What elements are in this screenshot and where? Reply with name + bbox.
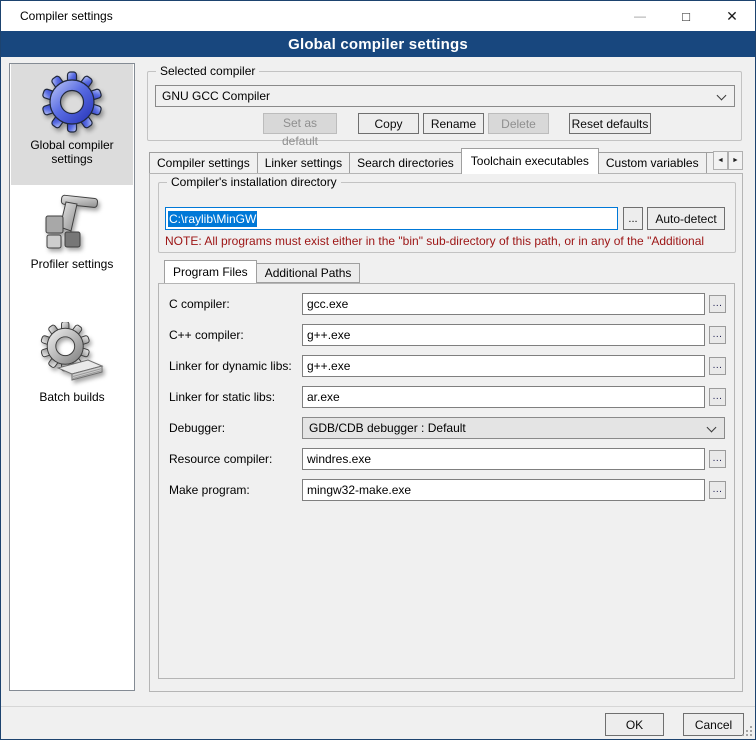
c-compiler-label: C compiler:	[169, 297, 230, 311]
browse-c-compiler-button[interactable]: ...	[709, 295, 726, 313]
settings-tabbar: Compiler settings Linker settings Search…	[149, 148, 713, 174]
debugger-label: Debugger:	[169, 421, 225, 435]
install-dir-note: NOTE: All programs must exist either in …	[165, 234, 726, 248]
sidebar-item-label: Global compiler settings	[11, 138, 133, 166]
compiler-settings-dialog: Compiler settings — □ ✕ Global compiler …	[0, 0, 756, 740]
sidebar-item-label: Profiler settings	[31, 257, 114, 271]
installation-directory-group-label: Compiler's installation directory	[167, 175, 341, 189]
dynamic-linker-row: Linker for dynamic libs: ...	[159, 355, 734, 378]
delete-button[interactable]: Delete	[488, 113, 549, 134]
c-compiler-input[interactable]	[302, 293, 705, 315]
static-linker-row: Linker for static libs: ...	[159, 386, 734, 409]
install-dir-input[interactable]: C:\raylib\MinGW	[165, 207, 618, 230]
resource-compiler-row: Resource compiler: ...	[159, 448, 734, 471]
dynamic-linker-input[interactable]	[302, 355, 705, 377]
cancel-button[interactable]: Cancel	[683, 713, 744, 736]
cpp-compiler-label: C++ compiler:	[169, 328, 244, 342]
tab-toolchain-executables[interactable]: Toolchain executables	[461, 148, 599, 174]
browse-cpp-compiler-button[interactable]: ...	[709, 326, 726, 344]
debugger-select-value: GDB/CDB debugger : Default	[309, 421, 466, 435]
arrow-left-icon: ◄	[717, 157, 724, 164]
tab-additional-paths[interactable]: Additional Paths	[256, 263, 361, 283]
make-program-label: Make program:	[169, 483, 250, 497]
resource-compiler-label: Resource compiler:	[169, 452, 272, 466]
rename-button[interactable]: Rename	[423, 113, 484, 134]
resize-grip[interactable]	[742, 726, 752, 736]
c-compiler-row: C compiler: ...	[159, 293, 734, 316]
tab-scroll-right-button[interactable]: ►	[728, 151, 743, 170]
browse-resource-compiler-button[interactable]: ...	[709, 450, 726, 468]
browse-dynamic-linker-button[interactable]: ...	[709, 357, 726, 375]
window-title: Compiler settings	[20, 9, 113, 23]
browse-static-linker-button[interactable]: ...	[709, 388, 726, 406]
maximize-icon: □	[682, 9, 690, 24]
chevron-down-icon	[717, 91, 727, 101]
sidebar-item-label: Batch builds	[39, 390, 104, 404]
tab-compiler-settings[interactable]: Compiler settings	[149, 152, 258, 174]
chevron-down-icon	[707, 423, 717, 433]
cpp-compiler-row: C++ compiler: ...	[159, 324, 734, 347]
ok-button[interactable]: OK	[605, 713, 664, 736]
copy-button[interactable]: Copy	[358, 113, 419, 134]
minimize-icon: —	[634, 9, 646, 23]
minimize-button[interactable]: —	[617, 1, 663, 31]
auto-detect-button[interactable]: Auto-detect	[647, 207, 725, 230]
dialog-footer: OK Cancel	[1, 706, 755, 739]
arrow-right-icon: ►	[732, 157, 739, 164]
toolchain-executables-panel: Compiler's installation directory C:\ray…	[149, 173, 743, 692]
sidebar-item-profiler-settings[interactable]: Profiler settings	[11, 189, 133, 291]
resource-compiler-input[interactable]	[302, 448, 705, 470]
close-icon: ✕	[726, 8, 738, 25]
dynamic-linker-label: Linker for dynamic libs:	[169, 359, 292, 373]
dialog-header: Global compiler settings	[1, 31, 755, 57]
dialog-header-title: Global compiler settings	[288, 36, 468, 53]
cpp-compiler-input[interactable]	[302, 324, 705, 346]
program-files-tabbar: Program Files Additional Paths	[164, 260, 359, 283]
tab-build-options[interactable]: Build options	[706, 152, 713, 174]
tab-custom-variables[interactable]: Custom variables	[598, 152, 707, 174]
compiler-select[interactable]: GNU GCC Compiler	[155, 85, 735, 107]
selected-compiler-group-label: Selected compiler	[156, 64, 259, 78]
program-files-panel: C compiler: ... C++ compiler: ... Linker…	[158, 283, 735, 679]
tab-linker-settings[interactable]: Linker settings	[257, 152, 350, 174]
sidebar-item-batch-builds[interactable]: Batch builds	[11, 322, 133, 418]
tab-program-files[interactable]: Program Files	[164, 260, 257, 283]
set-as-default-button[interactable]: Set as default	[263, 113, 337, 134]
make-program-input[interactable]	[302, 479, 705, 501]
compiler-select-value: GNU GCC Compiler	[162, 89, 270, 103]
sidebar-item-global-compiler-settings[interactable]: Global compiler settings	[11, 64, 133, 185]
browse-install-dir-button[interactable]: ...	[623, 207, 643, 230]
settings-category-list: Global compiler settings Profiler settin…	[9, 63, 135, 691]
install-dir-selected-text: C:\raylib\MinGW	[168, 211, 257, 227]
tab-search-directories[interactable]: Search directories	[349, 152, 462, 174]
gray-gear-stack-icon	[40, 322, 104, 386]
caliper-tool-icon	[40, 189, 104, 253]
make-program-row: Make program: ...	[159, 479, 734, 502]
debugger-row: Debugger: GDB/CDB debugger : Default	[159, 417, 734, 440]
browse-make-program-button[interactable]: ...	[709, 481, 726, 499]
static-linker-input[interactable]	[302, 386, 705, 408]
maximize-button[interactable]: □	[663, 1, 709, 31]
debugger-select[interactable]: GDB/CDB debugger : Default	[302, 417, 725, 439]
close-button[interactable]: ✕	[709, 1, 755, 31]
caption-buttons: — □ ✕	[617, 1, 755, 31]
blue-gear-icon	[40, 70, 104, 134]
static-linker-label: Linker for static libs:	[169, 390, 275, 404]
tab-scroll-left-button[interactable]: ◄	[713, 151, 728, 170]
titlebar: Compiler settings — □ ✕	[1, 1, 755, 31]
reset-defaults-button[interactable]: Reset defaults	[569, 113, 651, 134]
